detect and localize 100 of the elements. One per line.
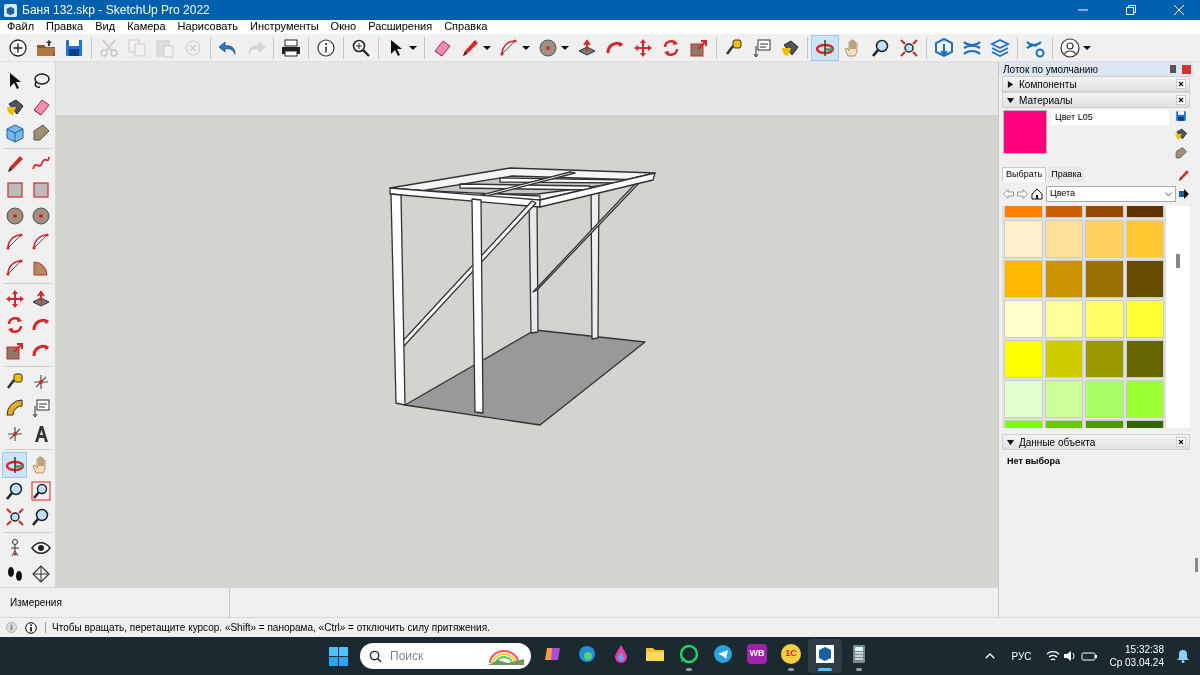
bell-icon[interactable] — [1176, 649, 1190, 663]
circle-icon[interactable] — [31, 206, 51, 226]
close-icon[interactable] — [1176, 437, 1186, 447]
menu-item[interactable]: Нарисовать — [171, 20, 244, 33]
color-swatch[interactable] — [1085, 380, 1124, 418]
paint-bucket-icon[interactable] — [4, 97, 25, 117]
tag-icon[interactable] — [1174, 146, 1188, 160]
pencil-icon[interactable] — [1177, 169, 1190, 182]
text-label-icon[interactable] — [752, 37, 772, 58]
color-swatch[interactable] — [1085, 340, 1124, 378]
menu-item[interactable]: Справка — [438, 20, 494, 33]
box-download-icon[interactable] — [934, 37, 954, 58]
panel-header[interactable]: Компоненты — [1002, 76, 1190, 92]
axes-icon[interactable] — [31, 372, 51, 392]
color-swatch[interactable] — [1044, 380, 1083, 418]
caret-icon[interactable] — [483, 43, 491, 52]
browser-icon[interactable] — [577, 643, 597, 664]
user-icon[interactable] — [1060, 37, 1080, 58]
close-icon[interactable] — [1176, 79, 1186, 89]
color-swatch[interactable] — [1044, 260, 1083, 298]
paper-plane-icon[interactable] — [713, 643, 733, 664]
menu-item[interactable]: Инструменты — [244, 20, 325, 33]
rotate-icon[interactable] — [661, 37, 681, 58]
text-label-icon[interactable] — [31, 398, 51, 418]
tab[interactable]: Правка — [1048, 167, 1085, 182]
paint-bucket-icon[interactable] — [1174, 127, 1188, 141]
scale-icon[interactable] — [4, 341, 25, 361]
new-file-icon[interactable] — [8, 37, 28, 58]
zoom-icon[interactable] — [351, 37, 371, 58]
printer-icon[interactable] — [281, 37, 301, 58]
color-swatch[interactable] — [1004, 260, 1043, 298]
cube-icon[interactable] — [815, 643, 835, 664]
section-plane-icon[interactable] — [31, 564, 51, 584]
save-icon[interactable] — [64, 37, 84, 58]
chevron-up-icon[interactable] — [985, 653, 996, 659]
restore-icon[interactable] — [1126, 5, 1136, 15]
move-icon[interactable] — [633, 37, 653, 58]
color-swatch[interactable] — [1125, 380, 1164, 418]
scroll-thumb[interactable] — [1195, 558, 1198, 572]
color-swatch[interactable] — [1125, 340, 1164, 378]
menu-item[interactable]: Вид — [89, 20, 122, 33]
zoom-extents-icon[interactable] — [899, 37, 919, 58]
circle-icon[interactable] — [4, 206, 25, 226]
library-dropdown[interactable]: Цвета — [1046, 186, 1176, 202]
arc-icon[interactable] — [31, 232, 51, 252]
material-name-field[interactable]: Цвет L05 — [1051, 110, 1169, 125]
collapse-icon[interactable] — [1007, 438, 1014, 446]
save-icon[interactable] — [1175, 110, 1187, 122]
push-pull-icon[interactable] — [31, 289, 51, 309]
color-swatch[interactable] — [1004, 340, 1043, 378]
color-swatch[interactable] — [1125, 260, 1164, 298]
menu-item[interactable]: Расширения — [362, 20, 439, 33]
windows-logo-icon[interactable] — [329, 646, 348, 666]
eraser-icon[interactable] — [31, 97, 51, 117]
menu-item[interactable]: Файл — [1, 20, 41, 33]
magnifier-icon[interactable] — [31, 507, 51, 527]
rectangle-icon[interactable] — [31, 180, 51, 200]
pencil-icon[interactable] — [460, 37, 480, 58]
clock-time[interactable]: 15:32:38 — [1125, 643, 1164, 656]
home-icon[interactable] — [1031, 188, 1043, 200]
system-tray-icons[interactable] — [1045, 649, 1098, 663]
taskbar-app[interactable] — [808, 639, 842, 673]
menu-item[interactable]: Камера — [121, 20, 172, 33]
magnifier-icon[interactable] — [871, 37, 891, 58]
zoom-extents-icon[interactable] — [4, 507, 25, 527]
color-swatch[interactable] — [1085, 300, 1124, 338]
color-swatch[interactable] — [1044, 220, 1083, 258]
arc-icon[interactable] — [499, 37, 519, 58]
panel-header[interactable]: Данные объекта — [1002, 434, 1190, 450]
menu-item[interactable]: Правка — [40, 20, 90, 33]
search-field[interactable]: Поиск — [360, 643, 531, 669]
push-pull-icon[interactable] — [577, 37, 597, 58]
lasso-icon[interactable] — [31, 71, 51, 91]
caret-icon[interactable] — [522, 43, 530, 52]
chevron-down-icon[interactable] — [1165, 191, 1172, 197]
menu-item[interactable]: Окно — [324, 20, 363, 33]
circle-icon[interactable] — [538, 37, 558, 58]
close-icon[interactable] — [1176, 95, 1186, 105]
caret-icon[interactable] — [409, 43, 417, 52]
arc-icon[interactable] — [4, 258, 25, 278]
chat-bubble-icon[interactable] — [679, 643, 699, 664]
magnifier-icon[interactable] — [4, 481, 25, 501]
folder-icon[interactable] — [36, 37, 56, 58]
stacked-layers-icon[interactable] — [990, 37, 1010, 58]
rectangle-icon[interactable] — [4, 180, 25, 200]
search-field[interactable]: Поиск — [390, 647, 480, 665]
color-swatch[interactable] — [1085, 220, 1124, 258]
caret-icon[interactable] — [1083, 43, 1091, 52]
details-arrow-icon[interactable] — [1179, 189, 1189, 199]
color-swatch[interactable] — [1004, 220, 1043, 258]
color-swatch[interactable] — [1085, 260, 1124, 298]
color-swatch[interactable] — [1044, 340, 1083, 378]
color-swatch[interactable] — [1004, 380, 1043, 418]
collapse-icon[interactable] — [1007, 96, 1014, 104]
caret-icon[interactable] — [561, 43, 569, 52]
taskbar-app[interactable]: WB — [740, 639, 774, 673]
move-icon[interactable] — [4, 289, 25, 309]
protractor-icon[interactable] — [4, 398, 25, 418]
forward-arrow-icon[interactable] — [1017, 189, 1028, 199]
scale-icon[interactable] — [689, 37, 709, 58]
